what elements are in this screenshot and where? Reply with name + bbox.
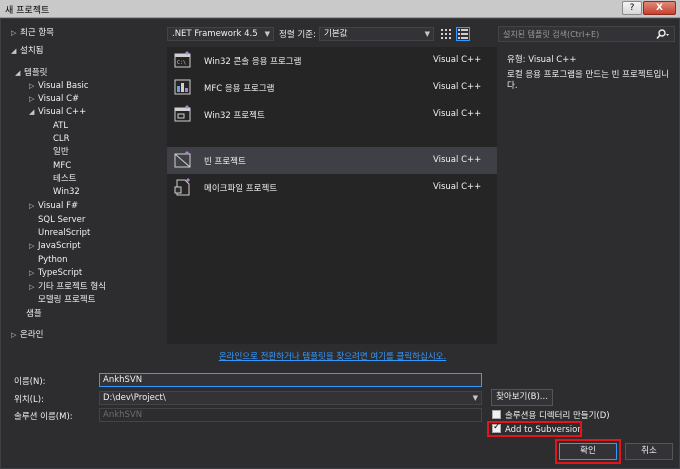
win32-project-icon — [174, 105, 191, 122]
search-icon — [656, 29, 669, 40]
tree-item-other-project-types[interactable]: ▷ 기타 프로젝트 형식 — [29, 281, 106, 294]
chevron-right-icon: ▷ — [29, 283, 35, 291]
tree-item-win32[interactable]: Win32 — [53, 186, 80, 199]
tree-item-typescript[interactable]: ▷ TypeScript — [29, 267, 82, 280]
project-name-input[interactable]: AnkhSVN — [99, 373, 482, 387]
template-list: C:\ Win32 콘솔 응용 프로그램 Visual C++ MFC 응용 프… — [167, 47, 497, 344]
help-button[interactable]: ? — [622, 1, 642, 15]
chevron-right-icon: ▷ — [29, 242, 35, 250]
browse-button[interactable]: 찾아보기(B)... — [491, 389, 553, 406]
template-description: 로컬 응용 프로그램을 만드는 빈 프로젝트입니다. — [507, 70, 670, 91]
chevron-down-icon: ◢ — [11, 47, 17, 55]
framework-select[interactable]: .NET Framework 4.5 ▼ — [167, 27, 274, 41]
solution-name-label: 솔루션 이름(M): — [14, 412, 73, 422]
chevron-down-icon[interactable]: ▼ — [473, 392, 478, 404]
close-button[interactable]: X — [643, 1, 676, 15]
list-view-icon — [458, 29, 468, 39]
chevron-down-icon: ◢ — [15, 69, 21, 77]
template-search-input[interactable]: 설치된 템플릿 검색(Ctrl+E) — [498, 26, 675, 42]
tree-item-samples[interactable]: 샘플 — [26, 308, 42, 321]
tree-item-mfc[interactable]: MFC — [53, 160, 71, 173]
tree-item-sql-server[interactable]: SQL Server — [38, 214, 85, 227]
template-win32-project[interactable]: Win32 프로젝트 Visual C++ — [167, 101, 497, 128]
chevron-right-icon: ▷ — [29, 202, 35, 210]
name-label: 이름(N): — [14, 377, 46, 387]
template-empty-project[interactable]: 빈 프로젝트 Visual C++ — [167, 147, 497, 174]
list-view-button[interactable] — [456, 27, 470, 41]
online-templates-link[interactable]: 온라인으로 전환하거나 템플릿을 찾으려면 여기를 클릭하십시오. — [1, 350, 664, 362]
grid-view-icon — [441, 29, 451, 39]
window-title: 새 프로젝트 — [5, 6, 50, 16]
tree-item-templates[interactable]: ◢ 템플릿 — [15, 67, 47, 80]
tree-item-clr[interactable]: CLR — [53, 133, 70, 146]
console-app-icon: C:\ — [174, 51, 191, 68]
template-tree: ▷ 최근 항목 ◢ 설치됨 ◢ 템플릿 ▷ Visual Basic ▷ Visual C… — [1, 19, 164, 344]
title-bar: 새 프로젝트 ? X — [0, 0, 680, 18]
new-project-dialog: ▷ 최근 항목 ◢ 설치됨 ◢ 템플릿 ▷ Visual Basic ▷ Visual C… — [0, 18, 680, 469]
chevron-right-icon: ▷ — [29, 95, 35, 103]
template-type: 유형: Visual C++ — [507, 55, 577, 65]
chevron-right-icon: ▷ — [29, 269, 35, 277]
highlight-box-ok — [555, 439, 621, 464]
svg-text:C:\: C:\ — [177, 60, 186, 66]
chevron-down-icon: ◢ — [29, 108, 35, 116]
sort-select[interactable]: 기본값 ▼ — [319, 27, 434, 41]
tree-item-visual-csharp[interactable]: ▷ Visual C# — [29, 93, 79, 106]
tree-item-unrealscript[interactable]: UnrealScript — [38, 227, 90, 240]
template-mfc-app[interactable]: MFC 응용 프로그램 Visual C++ — [167, 74, 497, 101]
makefile-project-icon — [174, 178, 190, 196]
location-label: 위치(L): — [14, 395, 44, 405]
create-directory-checkbox[interactable]: 솔루션용 디렉터리 만들기(D) — [492, 409, 610, 421]
tree-item-test[interactable]: 테스트 — [53, 173, 76, 186]
location-input[interactable]: D:\dev\Project\ ▼ — [99, 391, 482, 405]
tree-item-python[interactable]: Python — [38, 254, 67, 267]
solution-name-input[interactable]: AnkhSVN — [99, 408, 482, 422]
tree-item-visual-basic[interactable]: ▷ Visual Basic — [29, 80, 89, 93]
tree-item-visual-fsharp[interactable]: ▷ Visual F# — [29, 200, 78, 213]
template-win32-console[interactable]: C:\ Win32 콘솔 응용 프로그램 Visual C++ — [167, 47, 497, 74]
chevron-down-icon: ▼ — [264, 30, 270, 38]
chevron-right-icon: ▷ — [11, 331, 17, 339]
tree-item-installed[interactable]: ◢ 설치됨 — [11, 45, 43, 58]
tree-item-javascript[interactable]: ▷ JavaScript — [29, 240, 81, 253]
template-toolbar: .NET Framework 4.5 ▼ 정렬 기준: 기본값 ▼ — [167, 27, 497, 42]
mfc-app-icon — [174, 79, 191, 95]
checkbox-icon — [492, 410, 501, 419]
tree-item-general[interactable]: 일반 — [53, 146, 69, 159]
tree-item-recent[interactable]: ▷ 최근 항목 — [11, 27, 54, 40]
tree-item-visual-cpp[interactable]: ◢ Visual C++ — [29, 106, 86, 119]
cancel-button[interactable]: 취소 — [625, 443, 673, 460]
tree-item-atl[interactable]: ATL — [53, 120, 68, 133]
highlight-box-subversion — [487, 421, 582, 437]
sort-label: 정렬 기준: — [279, 30, 316, 40]
chevron-right-icon: ▷ — [11, 29, 17, 37]
empty-project-icon — [174, 151, 191, 168]
chevron-right-icon: ▷ — [29, 82, 35, 90]
grid-view-button[interactable] — [439, 27, 453, 41]
template-makefile-project[interactable]: 메이크파일 프로젝트 Visual C++ — [167, 174, 497, 201]
tree-item-online[interactable]: ▷ 온라인 — [11, 329, 43, 342]
chevron-down-icon: ▼ — [424, 30, 430, 38]
tree-item-modeling-projects[interactable]: 모델링 프로젝트 — [38, 294, 95, 307]
